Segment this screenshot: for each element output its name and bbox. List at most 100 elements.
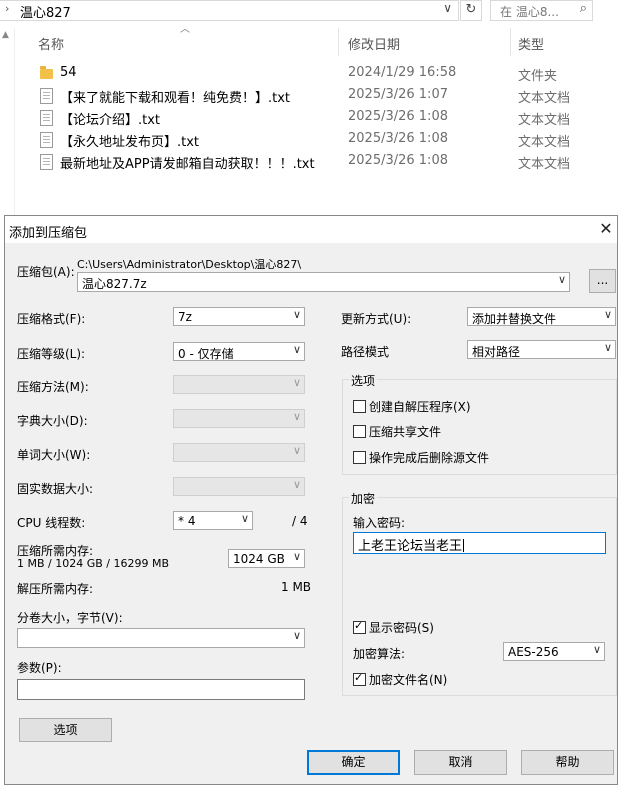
cpu-threads-select[interactable]: * 4 ∨ xyxy=(173,511,253,530)
file-date: 2025/3/26 1:07 xyxy=(348,87,448,102)
path-mode-select[interactable]: 相对路径 ∨ xyxy=(467,340,616,359)
checkbox-box[interactable]: ✓ xyxy=(353,619,366,634)
memory-select[interactable]: 1024 GB ∨ xyxy=(228,549,305,568)
ok-button[interactable]: 确定 xyxy=(307,750,400,775)
parameters-label: 参数(P): xyxy=(17,661,62,675)
checkbox-box[interactable]: ✓ xyxy=(353,671,366,686)
file-type: 文件夹 xyxy=(518,69,558,84)
file-explorer-window: › 温心827 ∨ ↻ 在 温心8... ⌕ ▲ ︿ 名称 修改日期 类型 54… xyxy=(0,0,618,215)
search-input[interactable]: 在 温心8... ⌕ xyxy=(490,0,593,21)
chevron-down-icon[interactable]: ∨ xyxy=(293,308,301,321)
update-mode-label: 更新方式(U): xyxy=(341,312,412,326)
level-value: 0 - 仅存储 xyxy=(178,347,234,361)
create-sfx-checkbox[interactable]: 创建自解压程序(X) xyxy=(353,398,471,415)
chevron-down-icon[interactable]: ∨ xyxy=(604,308,612,321)
method-select: ∨ xyxy=(173,375,305,394)
chevron-down-icon[interactable]: ∨ xyxy=(293,343,301,356)
breadcrumb-chevron-icon[interactable]: › xyxy=(5,2,9,15)
dictionary-label: 字典大小(D): xyxy=(17,414,88,428)
solid-block-select: ∨ xyxy=(173,477,305,496)
chevron-down-icon[interactable]: ∨ xyxy=(593,643,601,656)
memory-detail: 1 MB / 1024 GB / 16299 MB xyxy=(17,557,170,570)
help-button[interactable]: 帮助 xyxy=(521,750,614,775)
chevron-down-icon: ∨ xyxy=(292,410,301,423)
options-button[interactable]: 选项 xyxy=(19,718,112,742)
file-type: 文本文档 xyxy=(518,157,571,172)
column-header-modified[interactable]: 修改日期 xyxy=(348,34,400,53)
folder-icon xyxy=(40,66,53,79)
update-mode-select[interactable]: 添加并替换文件 ∨ xyxy=(467,307,616,326)
check-mark-icon: ✓ xyxy=(354,671,364,684)
file-list-item[interactable]: 【论坛介绍】.txt 2025/3/26 1:08 文本文档 xyxy=(38,107,598,129)
add-to-archive-dialog: 添加到压缩包 ✕ 压缩包(A): C:\Users\Administrator\… xyxy=(4,215,618,785)
file-type: 文本文档 xyxy=(518,135,571,150)
encrypt-filenames-checkbox[interactable]: ✓ 加密文件名(N) xyxy=(353,671,447,688)
options-group-title: 选项 xyxy=(349,372,378,389)
file-list-item[interactable]: 最新地址及APP请发邮箱自动获取！！！.txt 2025/3/26 1:08 文… xyxy=(38,151,598,173)
cpu-threads-label: CPU 线程数: xyxy=(17,516,86,530)
chevron-down-icon[interactable]: ∨ xyxy=(293,629,301,642)
checkbox-box[interactable] xyxy=(353,425,366,438)
chevron-down-icon[interactable]: ∨ xyxy=(241,512,249,525)
archive-name-combobox[interactable]: 温心827.7z ∨ xyxy=(77,272,570,292)
address-bar[interactable]: › 温心827 ∨ xyxy=(0,0,459,21)
refresh-icon[interactable]: ↻ xyxy=(460,0,482,21)
text-file-icon xyxy=(40,154,53,170)
column-header-type[interactable]: 类型 xyxy=(518,34,544,53)
chevron-down-icon[interactable]: ∨ xyxy=(558,273,566,286)
navigation-pane[interactable]: ▲ xyxy=(0,28,15,215)
memory-value: 1024 GB xyxy=(233,552,285,566)
chevron-down-icon: ∨ xyxy=(292,444,301,457)
password-label: 输入密码: xyxy=(353,516,406,530)
text-file-icon xyxy=(40,132,53,148)
show-password-label: 显示密码(S) xyxy=(369,621,434,635)
search-icon[interactable]: ⌕ xyxy=(580,1,587,16)
file-list-item[interactable]: 【永久地址发布页】.txt 2025/3/26 1:08 文本文档 xyxy=(38,129,598,151)
compress-shared-checkbox[interactable]: 压缩共享文件 xyxy=(353,423,441,440)
cancel-button[interactable]: 取消 xyxy=(414,750,507,775)
encryption-method-label: 加密算法: xyxy=(353,647,406,661)
parameters-input[interactable] xyxy=(17,679,305,700)
password-input[interactable]: 上老王论坛当老王 xyxy=(353,532,606,554)
column-divider[interactable] xyxy=(510,28,511,56)
close-icon[interactable]: ✕ xyxy=(595,218,617,240)
search-placeholder: 在 温心8... xyxy=(500,5,559,19)
show-password-checkbox[interactable]: ✓ 显示密码(S) xyxy=(353,619,434,636)
format-select[interactable]: 7z ∨ xyxy=(173,307,305,326)
file-date: 2024/1/29 16:58 xyxy=(348,65,457,80)
level-select[interactable]: 0 - 仅存储 ∨ xyxy=(173,342,305,361)
encryption-method-select[interactable]: AES-256 ∨ xyxy=(503,642,605,661)
dialog-titlebar[interactable]: 添加到压缩包 ✕ xyxy=(5,216,617,243)
archive-name-value[interactable]: 温心827.7z xyxy=(82,275,147,292)
chevron-down-icon[interactable]: ∨ xyxy=(293,550,301,563)
checkbox-box[interactable] xyxy=(353,451,366,464)
address-path[interactable]: 温心827 xyxy=(20,2,71,21)
file-list-item[interactable]: 54 2024/1/29 16:58 文件夹 xyxy=(38,63,598,85)
delete-after-checkbox[interactable]: 操作完成后删除源文件 xyxy=(353,449,489,466)
checkbox-box[interactable] xyxy=(353,400,366,413)
scroll-up-icon[interactable]: ▲ xyxy=(2,30,9,40)
file-list-item[interactable]: 【来了就能下载和观看！纯免费！】.txt 2025/3/26 1:07 文本文档 xyxy=(38,85,598,107)
password-value[interactable]: 上老王论坛当老王 xyxy=(358,539,462,554)
word-size-label: 单词大小(W): xyxy=(17,448,91,462)
column-divider[interactable] xyxy=(338,28,339,56)
chevron-down-icon[interactable]: ∨ xyxy=(604,341,612,354)
cpu-threads-value: * 4 xyxy=(178,514,196,528)
vertical-scrollbar[interactable] xyxy=(607,28,618,215)
chevron-down-icon: ∨ xyxy=(292,376,301,389)
column-header-name[interactable]: 名称 xyxy=(38,34,64,53)
archive-directory: C:\Users\Administrator\Desktop\温心827\ xyxy=(77,258,302,271)
split-volume-combobox[interactable]: ∨ xyxy=(17,628,305,648)
browse-button[interactable]: ... xyxy=(589,269,616,293)
file-name: 【来了就能下载和观看！纯免费！】.txt xyxy=(60,91,291,106)
encrypt-filenames-label: 加密文件名(N) xyxy=(369,673,448,687)
cpu-threads-total: / 4 xyxy=(292,514,308,528)
file-date: 2025/3/26 1:08 xyxy=(348,131,448,146)
format-value: 7z xyxy=(178,310,192,324)
file-type: 文本文档 xyxy=(518,113,571,128)
split-volume-label: 分卷大小，字节(V): xyxy=(17,611,123,625)
address-dropdown-icon[interactable]: ∨ xyxy=(443,1,452,15)
level-label: 压缩等级(L): xyxy=(17,347,86,361)
create-sfx-label: 创建自解压程序(X) xyxy=(369,400,471,414)
update-mode-value: 添加并替换文件 xyxy=(472,312,557,326)
